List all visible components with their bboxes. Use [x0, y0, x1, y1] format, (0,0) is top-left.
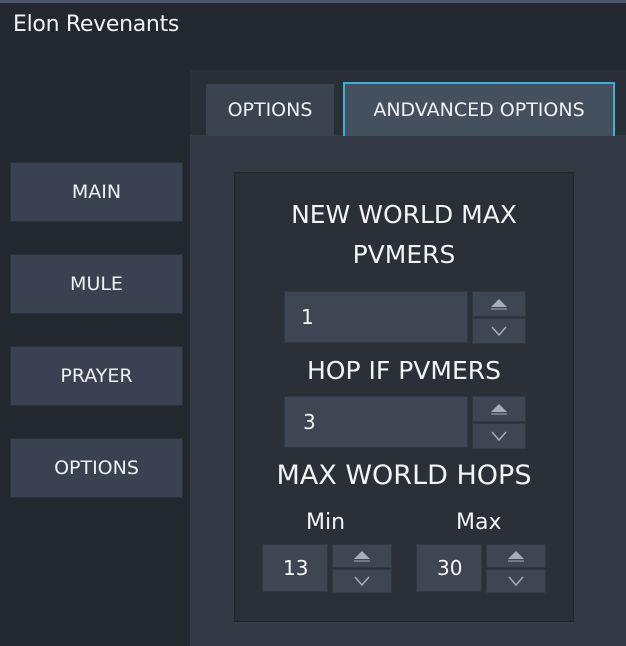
chevron-down-icon — [490, 325, 508, 337]
hop-if-pvmers-decrement[interactable] — [472, 423, 526, 449]
tab-options[interactable]: OPTIONS — [206, 84, 334, 136]
triangle-up-icon — [490, 403, 508, 415]
max-label: Max — [456, 510, 502, 535]
chevron-down-icon — [490, 430, 508, 442]
new-world-max-pvmers-increment[interactable] — [472, 291, 526, 317]
min-hops-increment[interactable] — [332, 544, 392, 568]
min-hops-decrement[interactable] — [332, 569, 392, 593]
min-hops-input[interactable]: 13 — [262, 544, 328, 592]
sidebar-item-main[interactable]: MAIN — [10, 162, 183, 222]
new-world-max-pvmers-label-line1: NEW WORLD MAX — [291, 200, 517, 229]
triangle-up-icon — [490, 298, 508, 310]
sidebar-item-options[interactable]: OPTIONS — [10, 438, 183, 498]
tab-advanced-options[interactable]: ANDVANCED OPTIONS — [343, 82, 615, 136]
window-top-strip — [0, 0, 626, 3]
max-hops-increment[interactable] — [486, 544, 546, 568]
min-label: Min — [306, 510, 346, 535]
hop-if-pvmers-increment[interactable] — [472, 396, 526, 422]
window-title: Elon Revenants — [13, 12, 180, 37]
max-hops-decrement[interactable] — [486, 569, 546, 593]
sidebar-item-mule[interactable]: MULE — [10, 254, 183, 314]
hop-if-pvmers-label: HOP IF PVMERS — [307, 356, 501, 385]
new-world-max-pvmers-input[interactable]: 1 — [284, 291, 468, 343]
sidebar-item-prayer[interactable]: PRAYER — [10, 346, 183, 406]
max-world-hops-label: MAX WORLD HOPS — [276, 460, 532, 491]
hop-if-pvmers-input[interactable]: 3 — [284, 396, 468, 448]
triangle-up-icon — [353, 550, 371, 562]
new-world-max-pvmers-label-line2: PVMERS — [352, 240, 456, 269]
max-hops-input[interactable]: 30 — [416, 544, 482, 592]
triangle-up-icon — [507, 550, 525, 562]
chevron-down-icon — [353, 575, 371, 587]
chevron-down-icon — [507, 575, 525, 587]
new-world-max-pvmers-decrement[interactable] — [472, 318, 526, 344]
